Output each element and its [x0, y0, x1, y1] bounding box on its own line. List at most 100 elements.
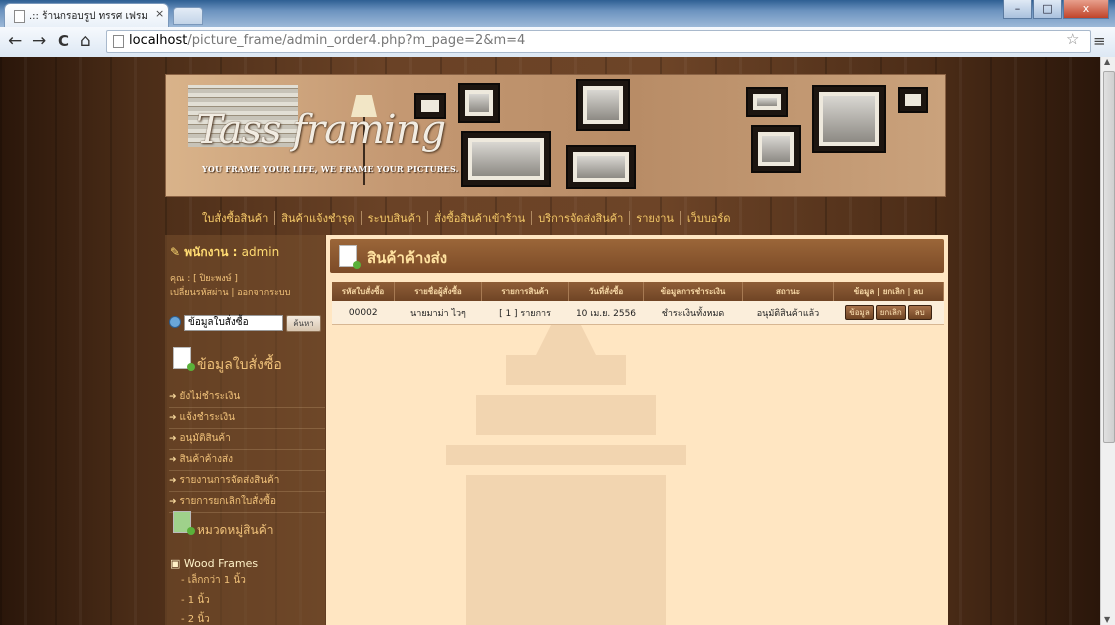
col-items: รายการสินค้า — [481, 282, 569, 301]
minimize-button[interactable]: – — [1003, 0, 1032, 19]
subcategory-item[interactable]: - 1 นิ้ว — [181, 593, 210, 608]
nav-delivery-service[interactable]: บริการจัดส่งสินค้า — [532, 209, 629, 227]
nav-webboard[interactable]: เว็บบอร์ด — [681, 209, 737, 227]
row-actions: ข้อมูล ยกเลิก ลบ — [833, 301, 944, 325]
frame-image — [458, 83, 500, 123]
arrow-icon: ➜ — [169, 392, 177, 402]
site-logo[interactable]: Tass framing — [196, 107, 446, 153]
col-order-date: วันที่สั่งซื้อ — [568, 282, 644, 301]
table-header-row: รหัสใบสั่งซื้อ รายชื่อผู้สั่งซื้อ รายการ… — [332, 282, 944, 301]
new-tab-button[interactable] — [174, 8, 202, 24]
tab-title: .:: ร้านกรอบรูป ทรรศ เฟรมมิ่ง ::. — [29, 11, 147, 22]
sidebar-item-approve[interactable]: ➜ อนุมัติสินค้า — [169, 429, 325, 450]
subcategory-item[interactable]: - เล็กกว่า 1 นิ้ว — [181, 573, 246, 588]
maximize-button[interactable]: □ — [1033, 0, 1062, 19]
url-text: localhost/picture_frame/admin_order4.php… — [129, 33, 526, 48]
sidebar-search: ข้อมูลใบสั่งซื้อ ค้นหา — [169, 315, 321, 332]
sidebar-item-cancelled-orders[interactable]: ➜ รายการยกเลิกใบสั่งซื้อ — [169, 492, 325, 513]
customer-name: นายมาม่า ไวๆ — [394, 301, 482, 325]
col-status: สถานะ — [742, 282, 834, 301]
frame-image — [898, 87, 928, 113]
browser-toolbar: ← → C ⌂ localhost/picture_frame/admin_or… — [0, 27, 1115, 58]
search-icon — [169, 316, 181, 328]
nav-damaged-products[interactable]: สินค้าแจ้งชำรุด — [275, 209, 360, 227]
category-wood-frames[interactable]: ▣ Wood Frames — [170, 557, 258, 570]
page-icon — [14, 10, 25, 23]
category-heading: หมวดหมู่สินค้า — [197, 523, 274, 537]
document-icon — [339, 245, 361, 269]
tab-strip: .:: ร้านกรอบรูป ทรรศ เฟรมมิ่ง ::. × – □ … — [0, 0, 1115, 27]
staff-icon: ✎ — [170, 245, 181, 259]
subcategory-item[interactable]: - 2 นิ้ว — [181, 612, 210, 625]
category-icon — [173, 511, 195, 535]
home-icon[interactable]: ⌂ — [80, 32, 91, 50]
nav-reports[interactable]: รายงาน — [630, 209, 680, 227]
scroll-up-icon[interactable]: ▲ — [1104, 57, 1110, 66]
col-actions: ข้อมูล | ยกเลิก | ลบ — [833, 282, 944, 301]
page-title: สินค้าค้างส่ง — [367, 249, 448, 267]
arrow-icon: ➜ — [169, 413, 177, 423]
page-viewport: Tass framing YOU FRAME YOUR LIFE, WE FRA… — [0, 57, 1100, 625]
page-header: สินค้าค้างส่ง — [330, 239, 944, 273]
back-arrow-icon[interactable]: ← — [8, 32, 22, 50]
bookmark-star-icon[interactable]: ☆ — [1066, 30, 1079, 48]
scroll-down-icon[interactable]: ▼ — [1104, 615, 1110, 624]
browser-chrome: .:: ร้านกรอบรูป ทรรศ เฟรมมิ่ง ::. × – □ … — [0, 0, 1115, 58]
page-icon — [113, 35, 124, 48]
frame-image — [746, 87, 788, 117]
search-input[interactable]: ข้อมูลใบสั่งซื้อ — [184, 315, 283, 331]
arrow-icon: ➜ — [169, 476, 177, 486]
tab-close-icon[interactable]: × — [155, 7, 164, 20]
order-document-icon — [173, 347, 195, 371]
frame-image — [576, 79, 630, 131]
emblem-watermark — [446, 295, 686, 625]
sidebar-item-pending-delivery[interactable]: ➜ สินค้าค้างส่ง — [169, 450, 325, 471]
table-row: 00002 นายมาม่า ไวๆ [ 1 ] รายการ 10 เม.ย.… — [332, 301, 944, 325]
page-scrollbar[interactable]: ▲ ▼ — [1100, 57, 1115, 625]
cancel-button[interactable]: ยกเลิก — [875, 305, 906, 320]
window-controls: – □ x — [1002, 0, 1109, 19]
close-window-button[interactable]: x — [1063, 0, 1109, 19]
forward-arrow-icon[interactable]: → — [32, 32, 46, 50]
scrollbar-thumb[interactable] — [1103, 71, 1115, 443]
sidebar-item-unpaid[interactable]: ➜ ยังไม่ชำระเงิน — [169, 387, 325, 408]
item-count[interactable]: [ 1 ] รายการ — [481, 301, 569, 325]
sidebar-item-payment-notice[interactable]: ➜ แจ้งชำระเงิน — [169, 408, 325, 429]
orders-table: รหัสใบสั่งซื้อ รายชื่อผู้สั่งซื้อ รายการ… — [332, 282, 944, 325]
order-id: 00002 — [332, 301, 395, 325]
frame-image — [751, 125, 801, 173]
status-badge: อนุมัติสินค้าแล้ว — [742, 301, 834, 325]
reload-icon[interactable]: C — [58, 32, 69, 50]
browser-menu-icon[interactable]: ≡ — [1093, 32, 1106, 50]
arrow-icon: ➜ — [169, 455, 177, 465]
order-section-heading: ข้อมูลใบสั่งซื้อ — [197, 357, 282, 373]
sidebar-item-delivery-report[interactable]: ➜ รายงานการจัดส่งสินค้า — [169, 471, 325, 492]
col-customer: รายชื่อผู้สั่งซื้อ — [394, 282, 482, 301]
staff-title: ✎ พนักงาน : admin — [170, 245, 280, 259]
payment-info[interactable]: ชำระเงินทั้งหมด — [643, 301, 743, 325]
arrow-icon: ➜ — [169, 497, 177, 507]
staff-name: admin — [241, 245, 280, 259]
address-bar[interactable]: localhost/picture_frame/admin_order4.php… — [106, 30, 1091, 53]
left-sidebar: ✎ พนักงาน : admin คุณ : [ ปิยะพงษ์ ] เปล… — [165, 235, 325, 625]
site-tagline: YOU FRAME YOUR LIFE, WE FRAME YOUR PICTU… — [202, 164, 459, 174]
frame-image — [566, 145, 636, 189]
folder-icon: ▣ — [170, 557, 181, 570]
order-links: ➜ ยังไม่ชำระเงิน ➜ แจ้งชำระเงิน ➜ อนุมัติสิ… — [169, 387, 325, 513]
delete-button[interactable]: ลบ — [907, 305, 932, 320]
site-banner: Tass framing YOU FRAME YOUR LIFE, WE FRA… — [165, 74, 946, 197]
nav-product-system[interactable]: ระบบสินค้า — [362, 209, 428, 227]
frame-image — [461, 131, 551, 187]
arrow-icon: ➜ — [169, 434, 177, 444]
search-button[interactable]: ค้นหา — [286, 315, 321, 332]
account-links[interactable]: เปลี่ยนรหัสผ่าน | ออกจากระบบ — [170, 285, 290, 299]
col-payment: ข้อมูลการชำระเงิน — [643, 282, 743, 301]
info-button[interactable]: ข้อมูล — [845, 305, 874, 320]
col-order-id: รหัสใบสั่งซื้อ — [332, 282, 395, 301]
user-line: คุณ : [ ปิยะพงษ์ ] — [170, 274, 238, 284]
nav-purchase-stock[interactable]: สั่งซื้อสินค้าเข้าร้าน — [428, 209, 531, 227]
browser-tab[interactable]: .:: ร้านกรอบรูป ทรรศ เฟรมมิ่ง ::. × — [5, 4, 168, 27]
nav-orders[interactable]: ใบสั่งซื้อสินค้า — [196, 209, 274, 227]
main-panel: สินค้าค้างส่ง รหัสใบสั่งซื้อ รายชื่อผู้ส… — [326, 235, 948, 625]
frame-image — [812, 85, 886, 153]
